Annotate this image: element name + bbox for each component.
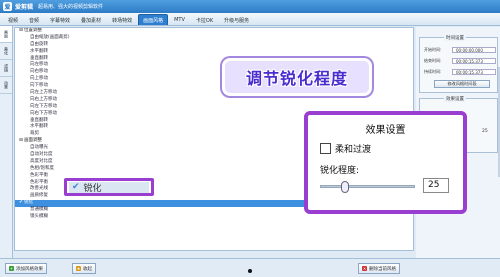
app-slogan: 超易用、强大的视频剪辑软件: [38, 4, 104, 10]
sharpen-slider[interactable]: [320, 181, 415, 193]
collapse-toggle-icon[interactable]: ⊟: [19, 28, 23, 35]
time-settings-box: 时间设置 开始时间: 00:00:00.000 结束时间: 00:00:15.3…: [419, 35, 498, 93]
effect-settings-callout: 效果设置 柔和过渡 锐化程度: 25: [304, 111, 467, 214]
list-item-label: 色彩平衡: [30, 172, 48, 178]
add-effect-label: 添加风格效果: [16, 266, 43, 272]
list-item-label: 水平翻转: [30, 124, 48, 130]
effect-value: 25: [482, 129, 488, 134]
list-item-label: 向左上方移动: [30, 90, 57, 96]
checkmark-icon: ✔: [19, 200, 23, 206]
duration-label: 持续时间:: [424, 69, 442, 74]
list-item[interactable]: 镜头模糊: [15, 214, 413, 221]
delete-effect-label: 删除当前风格: [369, 266, 396, 272]
checkbox-box[interactable]: [320, 143, 331, 154]
list-item-label: 镜头模糊: [30, 214, 48, 220]
delete-icon: ✕: [362, 266, 367, 271]
tab-7[interactable]: 卡拉OK: [191, 14, 218, 25]
start-time-label: 开始时间:: [424, 47, 442, 52]
tab-5[interactable]: 画面风格: [138, 14, 169, 25]
tab-2[interactable]: 字幕特效: [45, 14, 75, 25]
list-item-label: 自由缩放(画面裁剪): [30, 34, 70, 40]
callout-title: 效果设置: [365, 125, 406, 136]
checkmark-icon: ✔: [72, 182, 80, 192]
side-tab-bar: 画面 美化 滤镜 动景: [0, 26, 13, 258]
tab-1[interactable]: 音频: [24, 14, 44, 25]
list-item-label: 高度对比度: [30, 158, 53, 164]
list-group-header[interactable]: ⊟位置调整: [15, 28, 413, 35]
start-time-field[interactable]: 00:00:00.000: [452, 47, 496, 53]
list-item[interactable]: 自由旋转: [15, 42, 413, 49]
tab-3[interactable]: 叠加素材: [76, 14, 106, 25]
list-item[interactable]: 水平翻转: [15, 49, 413, 56]
list-item-label: 自动曝光: [30, 145, 48, 151]
annotation-banner: 调节锐化程度: [222, 58, 372, 96]
list-item-label: 垂直翻转: [30, 55, 48, 61]
tab-4[interactable]: 转场特效: [107, 14, 137, 25]
side-tab-3[interactable]: 动景: [0, 77, 12, 94]
main-tab-bar: 视频 音频 字幕特效 叠加素材 转场特效 画面风格 MTV 卡拉OK 升级与服务: [0, 13, 500, 26]
collapse-toggle-icon[interactable]: ⊟: [19, 138, 23, 145]
effect-settings-title: 效果设置: [444, 96, 466, 102]
end-time-row: 结束时间: 00:00:15.373: [424, 58, 496, 64]
list-item-label: 向左下方移动: [30, 103, 57, 109]
duration-row: 持续时间: 00:00:15.373: [424, 69, 496, 75]
list-item-label: 水平翻转: [30, 48, 48, 54]
tab-8[interactable]: 升级与服务: [219, 14, 254, 25]
list-item-label: 裁剪: [30, 131, 39, 137]
list-item-label: 画质修复: [30, 193, 48, 199]
list-item-label: 色彩平衡: [30, 179, 48, 185]
app-name: 爱剪辑: [15, 4, 34, 11]
end-time-label: 结束时间:: [424, 58, 442, 63]
sharpen-value-input[interactable]: 25: [423, 178, 449, 193]
list-item-label: 位置调整: [24, 28, 42, 33]
soft-transition-label: 柔和过渡: [335, 145, 372, 155]
title-bar: 爱 爱剪辑 超易用、强大的视频剪辑软件: [0, 0, 500, 13]
selected-item-label: 锐化: [83, 183, 102, 194]
list-item-label: 色相/饱和度: [30, 165, 55, 171]
list-item-label: 向左移动: [30, 62, 48, 68]
end-time-field[interactable]: 00:00:15.373: [452, 58, 496, 64]
list-item-label: 自动对比度: [30, 152, 53, 158]
list-item-label: 向右上方移动: [30, 96, 57, 102]
time-settings-title: 时间设置: [444, 35, 466, 41]
list-item[interactable]: 向左下方移动: [15, 104, 413, 111]
side-tab-1[interactable]: 美化: [0, 43, 12, 60]
list-item-label: 向右移动: [30, 69, 48, 75]
tab-6[interactable]: MTV: [169, 14, 190, 25]
duration-field[interactable]: 00:00:15.373: [452, 69, 496, 75]
favorite-button[interactable]: ★ 收起: [72, 263, 96, 274]
list-item-label: 垂直翻转: [30, 117, 48, 123]
list-item-label: 向右下方移动: [30, 110, 57, 116]
add-effect-button[interactable]: + 添加风格效果: [5, 263, 47, 274]
list-item-label: 向上移动: [30, 76, 48, 82]
list-item-label: 自由旋转: [30, 41, 48, 47]
selected-item-highlight[interactable]: ✔ 锐化: [69, 181, 149, 194]
side-tab-2[interactable]: 滤镜: [0, 60, 12, 77]
list-item-label: 改善光线: [30, 186, 48, 192]
side-tab-0[interactable]: 画面: [0, 26, 12, 43]
add-icon: +: [9, 266, 14, 271]
page-dot: [248, 269, 252, 273]
star-icon: ★: [76, 266, 81, 271]
favorite-label: 收起: [83, 266, 92, 272]
start-time-row: 开始时间: 00:00:00.000: [424, 47, 496, 53]
delete-effect-button[interactable]: ✕ 删除当前风格: [358, 263, 400, 274]
list-item-label: 向下移动: [30, 83, 48, 89]
slider-thumb[interactable]: [340, 181, 349, 193]
soft-transition-checkbox[interactable]: 柔和过渡: [320, 142, 371, 155]
list-item[interactable]: 自由缩放(画面裁剪): [15, 35, 413, 42]
tab-0[interactable]: 视频: [3, 14, 23, 25]
selected-item-callout: ✔ 锐化: [64, 178, 154, 196]
list-item[interactable]: 向右上方移动: [15, 97, 413, 104]
modify-time-button[interactable]: 修改风格时间段: [434, 80, 490, 88]
list-item-label: 普通模糊: [30, 207, 48, 213]
banner-text: 调节锐化程度: [245, 69, 348, 88]
app-logo-icon: 爱: [3, 2, 12, 11]
list-item-label: 画面调整: [24, 138, 42, 144]
list-item-label: 锐化: [24, 200, 33, 206]
bottom-toolbar: + 添加风格效果 ★ 收起 ✕ 删除当前风格: [0, 258, 500, 277]
sharpen-level-label: 锐化程度:: [320, 166, 360, 176]
